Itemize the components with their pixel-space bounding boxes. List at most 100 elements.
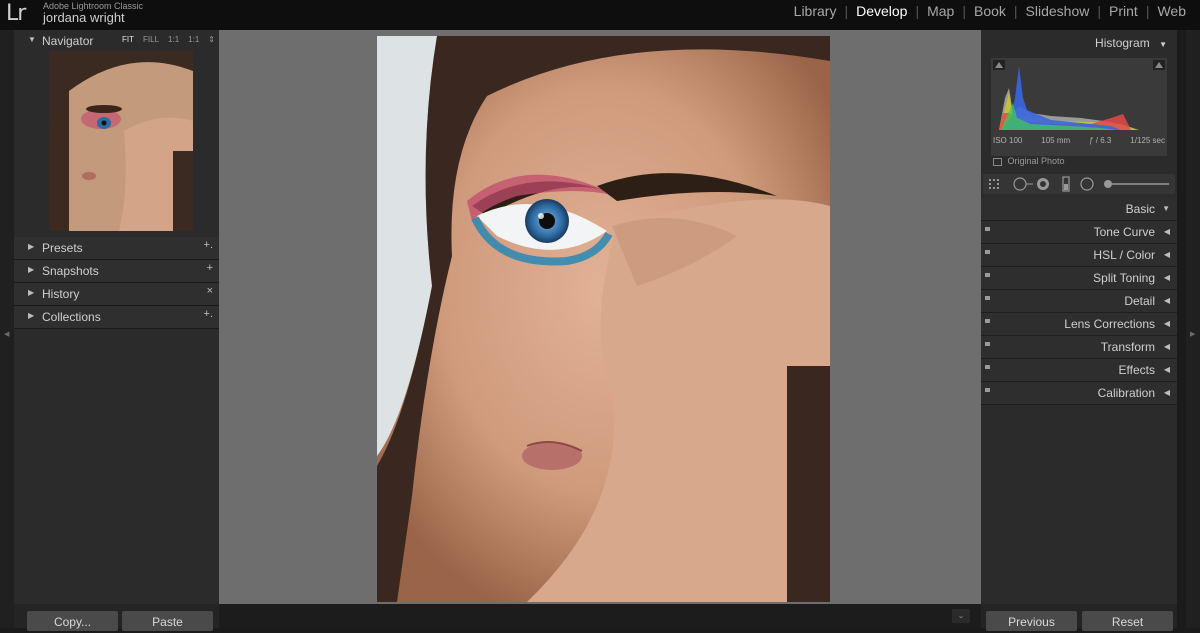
panel-history[interactable]: ▶ History × [14, 283, 219, 306]
panel-collections[interactable]: ▶ Collections +. [14, 306, 219, 329]
zoom-menu-icon[interactable]: ⇕ [208, 35, 215, 44]
section-hsl-color[interactable]: HSL / Color ◀ [981, 244, 1177, 267]
section-label: Detail [1124, 294, 1155, 308]
spot-removal-icon [1013, 177, 1033, 191]
section-label: Transform [1100, 340, 1155, 354]
crop-tool-icon [989, 179, 999, 189]
expand-icon: ◀ [1163, 388, 1170, 397]
histogram-title: Histogram [1095, 36, 1150, 50]
expand-icon: ◀ [1163, 273, 1170, 282]
iso-value: ISO 100 [993, 136, 1023, 145]
navigator-thumbnail[interactable] [49, 51, 193, 231]
module-separator: | [1013, 3, 1018, 19]
toolbar-menu-icon[interactable]: ⌄ [952, 609, 970, 623]
module-separator: | [915, 3, 920, 19]
shutter-speed: 1/125 sec [1130, 136, 1165, 145]
panel-toggle-switch[interactable] [985, 388, 990, 392]
panel-label: Collections [42, 310, 101, 324]
expand-icon: ▼ [1159, 40, 1167, 49]
add-snapshot-icon[interactable]: + [207, 262, 213, 274]
section-split-toning[interactable]: Split Toning ◀ [981, 267, 1177, 290]
panel-toggle-switch[interactable] [985, 227, 990, 231]
panel-toggle-switch[interactable] [985, 319, 990, 323]
section-label: HSL / Color [1093, 248, 1155, 262]
red-eye-icon [1037, 178, 1049, 190]
checkbox-icon [993, 157, 1002, 166]
exif-info: ISO 100 105 mm ƒ / 6.3 1/125 sec [991, 136, 1167, 145]
panel-snapshots[interactable]: ▶ Snapshots + [14, 260, 219, 283]
section-effects[interactable]: Effects ◀ [981, 359, 1177, 382]
original-photo-label: Original Photo [1007, 156, 1065, 166]
user-name: jordana wright [43, 10, 125, 25]
histogram[interactable]: ISO 100 105 mm ƒ / 6.3 1/125 sec Origina… [991, 58, 1167, 166]
module-map[interactable]: Map [927, 3, 954, 19]
module-book[interactable]: Book [974, 3, 1006, 19]
expand-icon: ◀ [1163, 296, 1170, 305]
zoom-fill[interactable]: FILL [143, 35, 159, 44]
navigator-header[interactable]: ▼ Navigator FIT FILL 1:1 1:1 ⇕ [14, 30, 219, 52]
histogram-header[interactable]: Histogram ▼ [1095, 36, 1167, 50]
expand-icon: ▶ [28, 265, 35, 274]
expand-icon: ▶ [28, 311, 35, 320]
expand-icon: ▼ [28, 35, 36, 44]
add-collection-icon[interactable]: +. [204, 308, 213, 320]
paste-button[interactable]: Paste [122, 611, 213, 631]
panel-toggle-switch[interactable] [985, 273, 990, 277]
left-panel-toggle[interactable]: ◀ [0, 30, 14, 628]
tool-strip [983, 174, 1175, 194]
previous-button[interactable]: Previous [986, 611, 1077, 631]
main-photo[interactable] [377, 36, 830, 602]
navigator-title: Navigator [42, 34, 94, 48]
zoom-options: FIT FILL 1:1 1:1 ⇕ [122, 35, 215, 44]
module-develop[interactable]: Develop [856, 3, 907, 19]
expand-icon: ◀ [1163, 250, 1170, 259]
module-print[interactable]: Print [1109, 3, 1138, 19]
aperture-value: ƒ / 6.3 [1089, 136, 1112, 145]
right-panel: Histogram ▼ ISO 100 105 mm ƒ / 6.3 1/125… [981, 30, 1177, 604]
module-picker: Library | Develop | Map | Book | Slidesh… [794, 3, 1186, 19]
left-bottom-bar: Copy... Paste [14, 604, 219, 631]
zoom-fit[interactable]: FIT [122, 35, 134, 44]
zoom-custom[interactable]: 1:1 [188, 35, 199, 44]
zoom-1-1[interactable]: 1:1 [168, 35, 179, 44]
panel-label: History [42, 287, 80, 301]
panel-toggle-switch[interactable] [985, 296, 990, 300]
radial-filter-icon [1080, 177, 1094, 191]
expand-icon: ◀ [1163, 319, 1170, 328]
expand-icon: ◀ [1163, 365, 1170, 374]
panel-presets[interactable]: ▶ Presets +. [14, 237, 219, 260]
module-separator: | [1097, 3, 1102, 19]
top-bar: Lr Adobe Lightroom Classic jordana wrigh… [0, 0, 1200, 30]
copy-button[interactable]: Copy... [27, 611, 118, 631]
reset-button[interactable]: Reset [1082, 611, 1173, 631]
panel-label: Snapshots [42, 264, 99, 278]
module-separator: | [844, 3, 849, 19]
section-label: Split Toning [1093, 271, 1155, 285]
section-label: Calibration [1097, 386, 1155, 400]
section-label: Effects [1118, 363, 1155, 377]
section-calibration[interactable]: Calibration ◀ [981, 382, 1177, 405]
filmstrip-bar: ⌄ [219, 604, 981, 628]
right-bottom-bar: Previous Reset [981, 604, 1177, 631]
expand-icon: ▶ [28, 242, 35, 251]
expand-icon: ◀ [1163, 227, 1170, 236]
section-label: Tone Curve [1093, 225, 1155, 239]
clear-history-icon[interactable]: × [207, 285, 213, 297]
section-transform[interactable]: Transform ◀ [981, 336, 1177, 359]
section-lens-corrections[interactable]: Lens Corrections ◀ [981, 313, 1177, 336]
section-detail[interactable]: Detail ◀ [981, 290, 1177, 313]
panel-toggle-switch[interactable] [985, 365, 990, 369]
section-basic[interactable]: Basic ▼ [981, 198, 1177, 221]
original-photo-toggle[interactable]: Original Photo [993, 156, 1065, 166]
add-preset-icon[interactable]: +. [204, 239, 213, 251]
focal-length: 105 mm [1041, 136, 1071, 145]
right-panel-toggle[interactable]: ▶ [1186, 30, 1200, 628]
panel-toggle-switch[interactable] [985, 342, 990, 346]
section-tone-curve[interactable]: Tone Curve ◀ [981, 221, 1177, 244]
module-library[interactable]: Library [794, 3, 837, 19]
section-label: Lens Corrections [1064, 317, 1155, 331]
module-web[interactable]: Web [1157, 3, 1186, 19]
module-slideshow[interactable]: Slideshow [1026, 3, 1090, 19]
panel-toggle-switch[interactable] [985, 250, 990, 254]
expand-icon: ◀ [1163, 342, 1170, 351]
